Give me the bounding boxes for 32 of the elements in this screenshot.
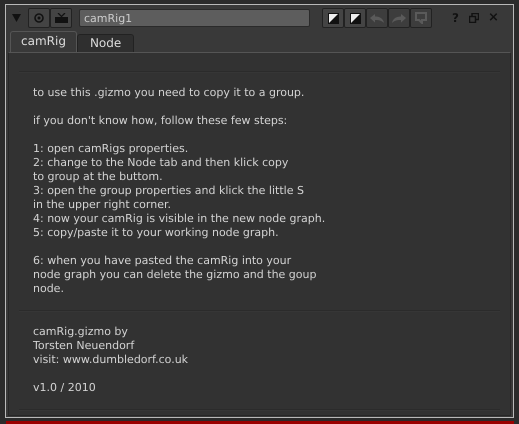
viewer-button[interactable] [28, 8, 50, 28]
float-window-icon[interactable] [468, 13, 479, 23]
text-line: 5: copy/paste it to your working node graph. [33, 226, 280, 240]
target-icon [34, 13, 44, 23]
text-line: to group at the buttom. [33, 170, 164, 184]
text-line: 2: change to the Node tab and then klick copy [33, 156, 290, 170]
text-line: camRig.gizmo by [33, 325, 129, 339]
undo-icon [370, 14, 384, 22]
text-line: 3: open the group properties and klick the little S [33, 184, 305, 198]
tab[interactable]: camRig [10, 31, 77, 52]
text-line: visit: www.dumbledorf.co.uk [33, 353, 190, 367]
text-line: in the upper right corner. [33, 198, 172, 212]
redo-icon [392, 14, 406, 22]
text-line: 6: when you have pasted the camRig into your [33, 254, 292, 268]
tv-icon [54, 13, 68, 23]
text-line: Torsten Neuendorf [33, 339, 136, 353]
split-icon-button[interactable] [322, 8, 344, 28]
triangle-icon [12, 14, 20, 22]
text-line: 4: now your camRig is visible in the new node graph. [33, 212, 326, 226]
text-line: node graph you can delete the gizmo and the goup [33, 268, 318, 282]
half-square-icon [350, 12, 360, 24]
split-icon-button[interactable] [344, 8, 366, 28]
text-line: v1.0 / 2010 [33, 381, 97, 395]
tab[interactable]: Node [76, 34, 134, 52]
half-square-icon [328, 12, 338, 24]
text-line: 1: open camRigs properties. [33, 142, 190, 156]
node-name-field[interactable]: camRig1 [79, 9, 310, 27]
node-color-button[interactable] [50, 8, 72, 28]
text-line: to use this .gizmo you need to copy it to a group. [33, 86, 306, 100]
text-line: if you don't know how, follow these few steps: [33, 114, 288, 128]
text-line: node. [33, 282, 65, 296]
speech-box-icon [415, 12, 427, 24]
